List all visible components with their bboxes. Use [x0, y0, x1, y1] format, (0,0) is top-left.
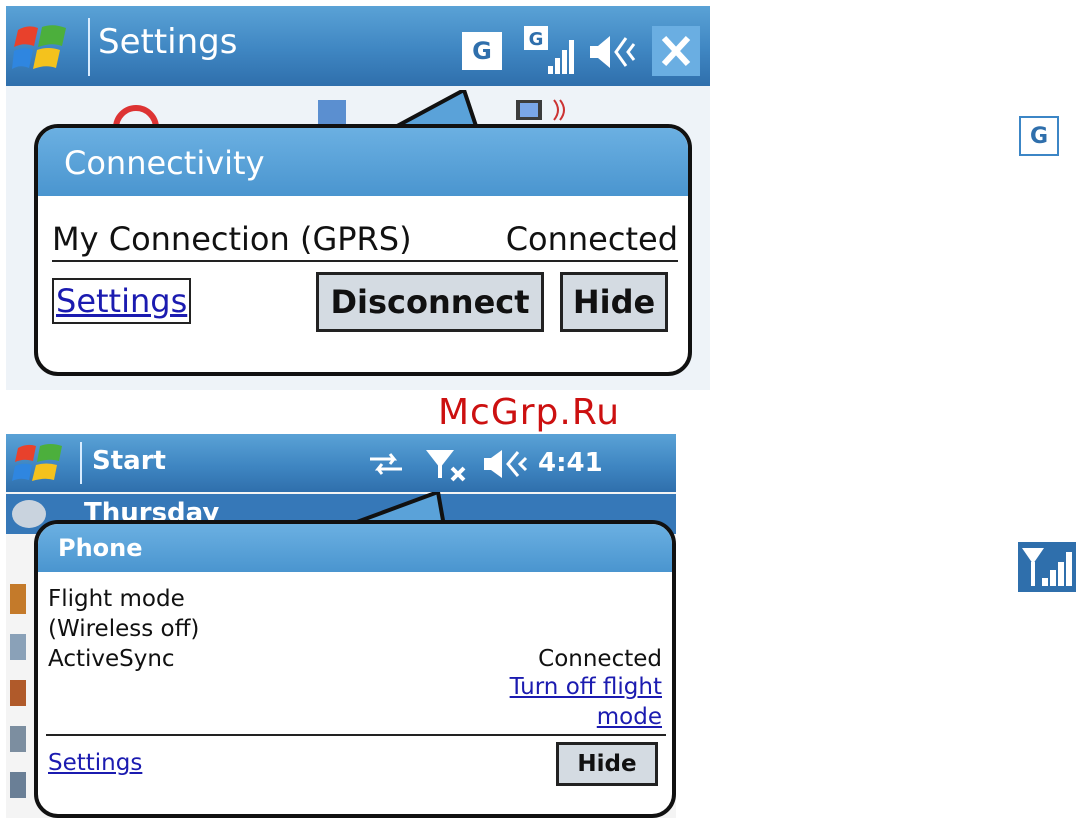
popup-header: Connectivity — [38, 128, 688, 196]
g-data-icon[interactable]: G — [462, 32, 502, 70]
activesync-label: ActiveSync — [48, 646, 175, 672]
windows-start-icon[interactable] — [12, 440, 68, 486]
popup-header: Phone — [38, 524, 672, 572]
wireless-off-label: (Wireless off) — [48, 616, 200, 642]
clock-label: 4:41 — [538, 448, 603, 478]
g-signal-icon[interactable]: G — [522, 24, 578, 80]
settings-link[interactable]: Settings — [52, 278, 192, 324]
sync-arrows-icon[interactable] — [366, 450, 406, 478]
close-icon[interactable] — [652, 26, 700, 76]
settings-link[interactable]: Settings — [48, 750, 142, 776]
title-bar: Start 4:41 — [6, 434, 676, 492]
phone-popup: Phone Flight mode (Wireless off) ActiveS… — [34, 520, 676, 818]
connectivity-popup: Connectivity My Connection (GPRS) Connec… — [34, 124, 692, 376]
signal-off-icon[interactable] — [424, 446, 472, 482]
speaker-icon[interactable] — [480, 446, 532, 482]
row-divider — [52, 260, 678, 262]
hide-button[interactable]: Hide — [556, 742, 658, 786]
turn-off-flight-mode-link-cont[interactable]: mode — [597, 704, 662, 730]
row-divider — [46, 734, 666, 736]
window-title: Start — [92, 446, 166, 476]
connection-status: Connected — [505, 220, 678, 258]
phone-screenshot: Start 4:41 Thursday Phone Flight mode (W… — [6, 434, 676, 818]
turn-off-flight-mode-link[interactable]: Turn off flight — [510, 674, 662, 700]
connection-name: My Connection (GPRS) — [52, 220, 412, 258]
connectivity-screenshot: Settings G G Connectivity My Connection … — [6, 6, 710, 390]
speaker-icon[interactable] — [586, 30, 638, 74]
activesync-status: Connected — [538, 646, 662, 672]
gprs-status-icon: G — [1019, 116, 1059, 156]
flight-mode-label: Flight mode — [48, 586, 185, 612]
background-icons — [6, 574, 30, 814]
svg-text:G: G — [529, 29, 544, 50]
title-separator — [88, 18, 90, 76]
title-separator — [80, 442, 82, 484]
title-bar: Settings G G — [6, 6, 710, 86]
watermark-text: McGrp.Ru — [438, 392, 621, 433]
hide-button[interactable]: Hide — [560, 272, 668, 332]
signal-strength-icon — [1018, 542, 1076, 592]
popup-title: Phone — [58, 534, 143, 562]
window-title: Settings — [98, 22, 238, 62]
disconnect-button[interactable]: Disconnect — [316, 272, 544, 332]
popup-title: Connectivity — [64, 144, 265, 182]
windows-start-icon[interactable] — [12, 20, 70, 76]
